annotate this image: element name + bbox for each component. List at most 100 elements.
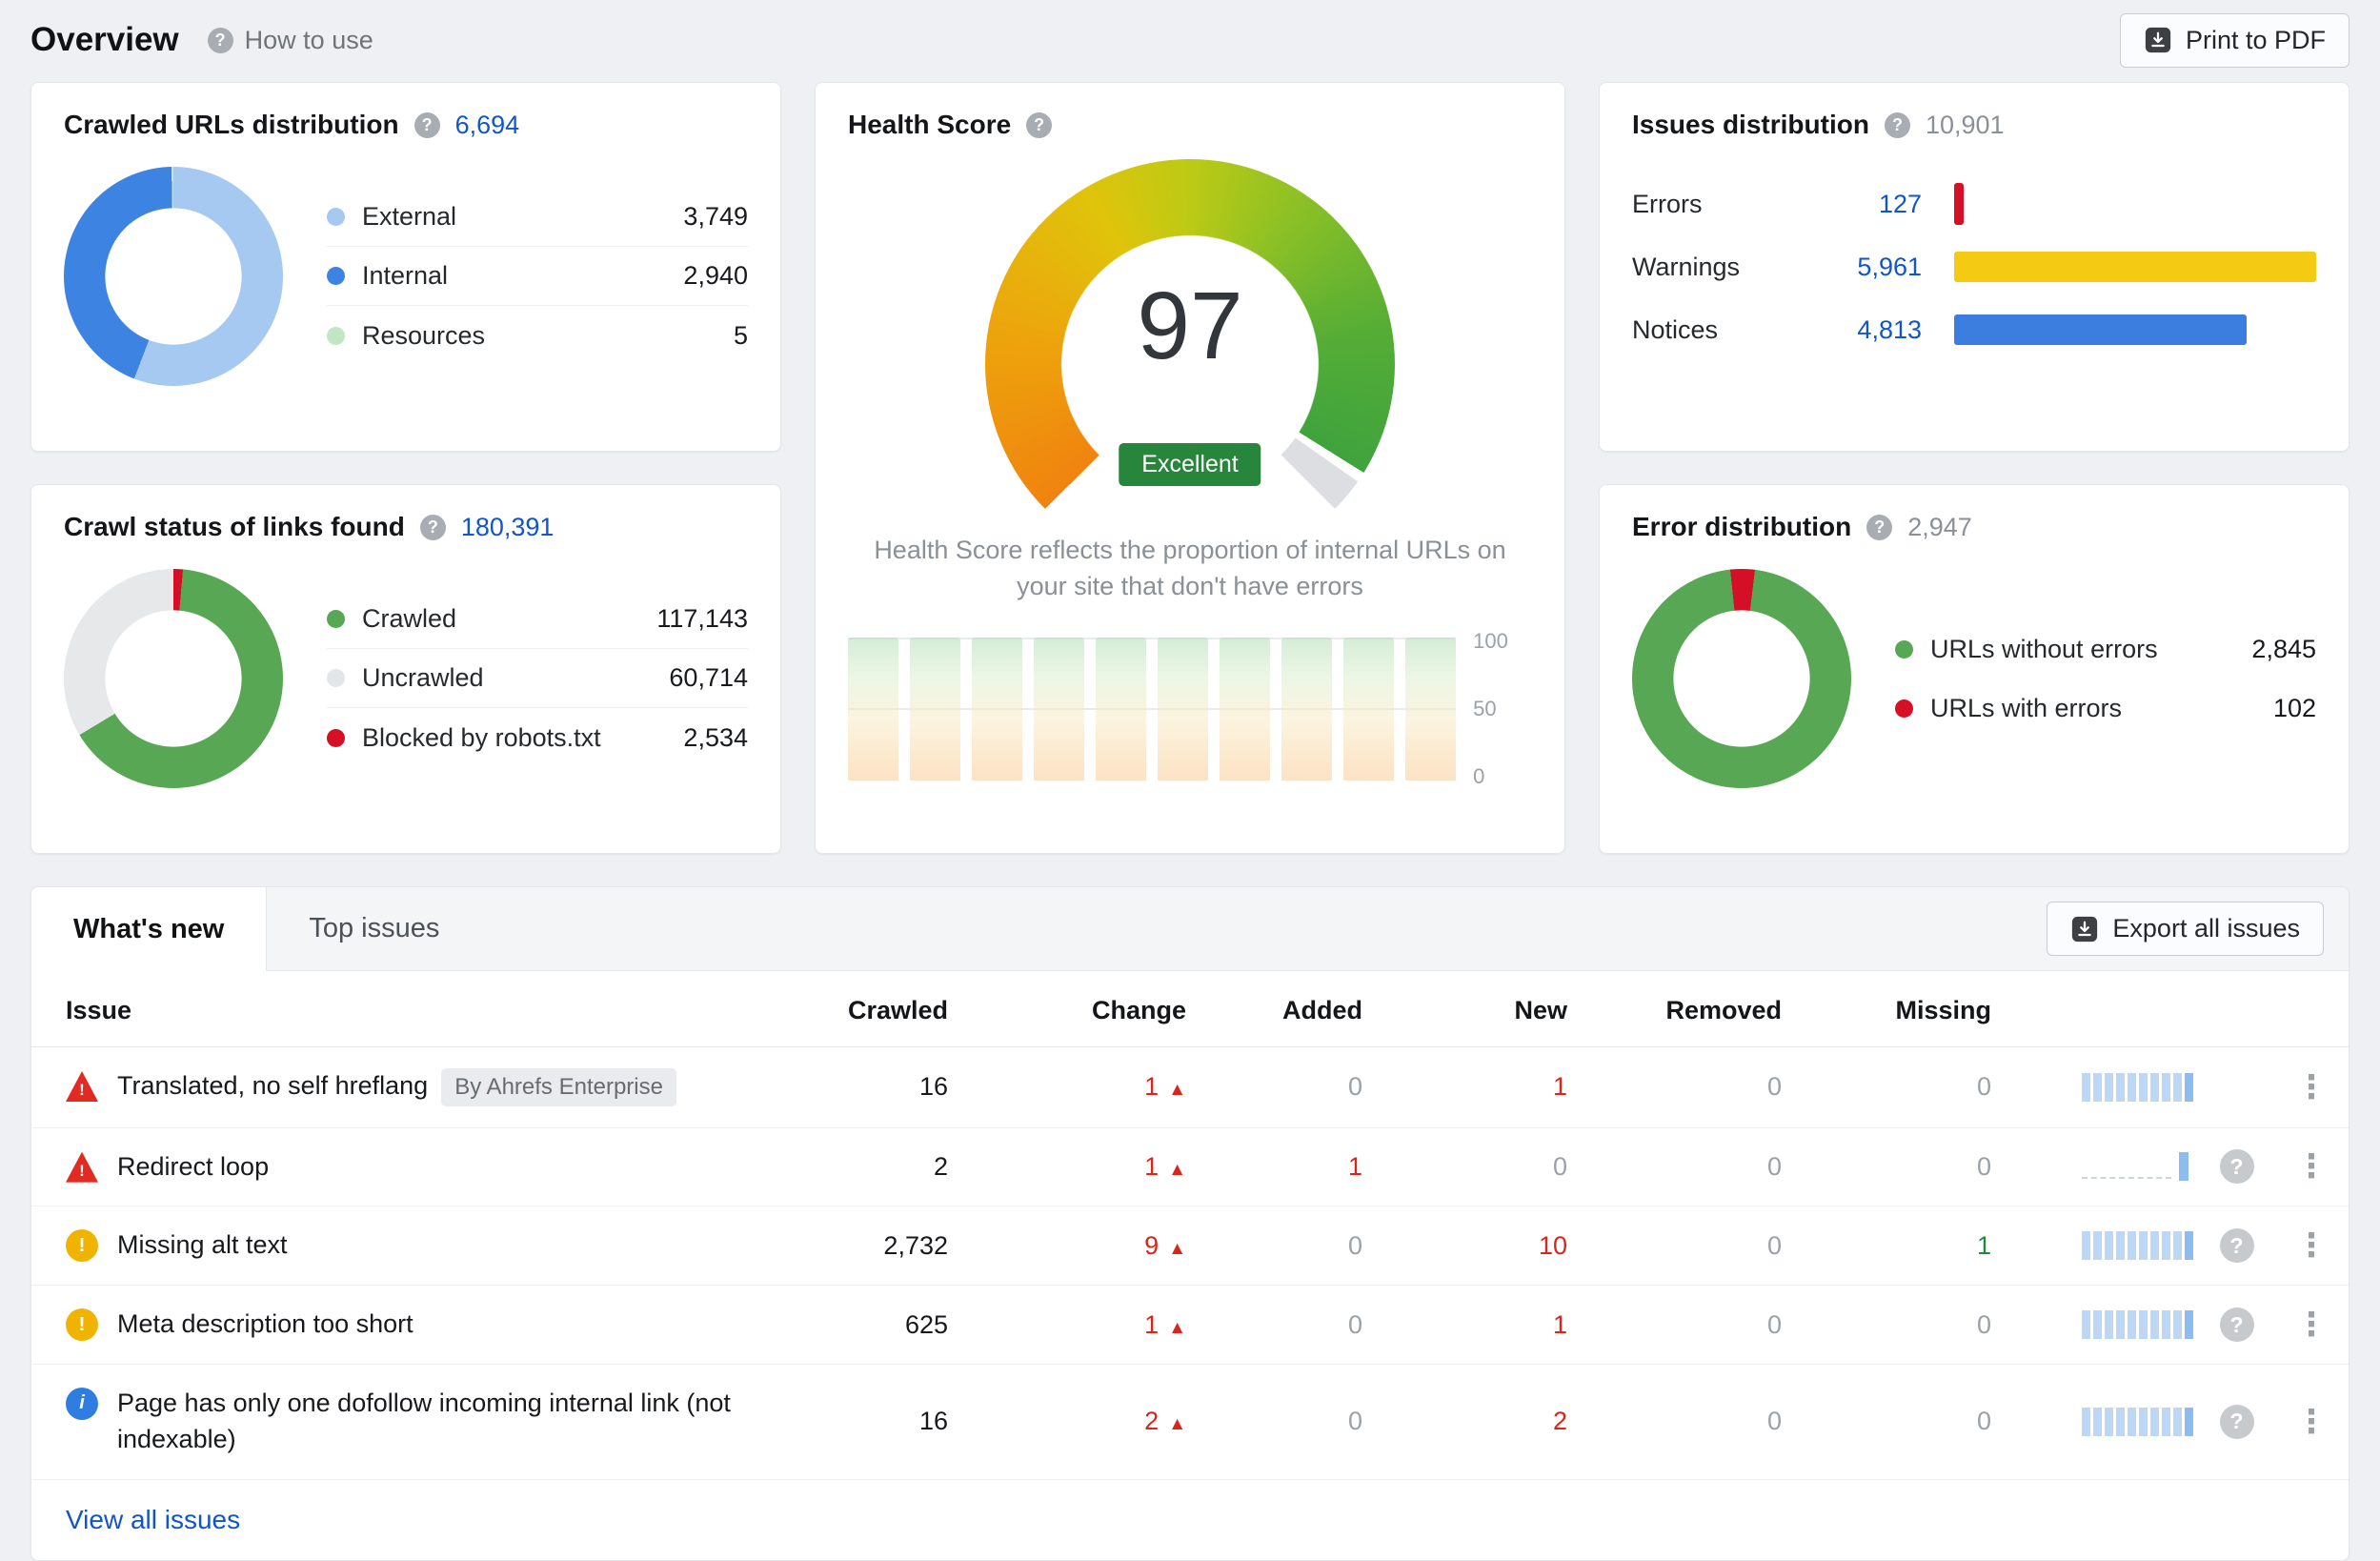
help-circle-icon[interactable]	[1866, 515, 1892, 540]
legend-value: 3,749	[683, 202, 748, 232]
issues-panel: What's new Top issues Export all issues …	[30, 886, 2350, 1561]
kebab-menu-icon[interactable]	[2295, 1307, 2328, 1343]
column-header-new[interactable]: New	[1362, 971, 1567, 1047]
distribution-count-link[interactable]: 5,961	[1800, 253, 1922, 282]
legend-item: URLs without errors 2,845	[1895, 619, 2316, 679]
legend-item: URLs with errors 102	[1895, 679, 2316, 738]
help-icon[interactable]	[2220, 1308, 2254, 1342]
legend-item: Blocked by robots.txt 2,534	[327, 708, 748, 767]
issue-link[interactable]: Missing alt text	[117, 1230, 288, 1259]
trend-bar	[1034, 638, 1084, 780]
legend-item: Uncrawled 60,714	[327, 649, 748, 708]
kebab-menu-icon[interactable]	[2295, 1069, 2328, 1105]
print-to-pdf-button[interactable]: Print to PDF	[2120, 13, 2350, 68]
column-header-change[interactable]: Change	[948, 971, 1186, 1047]
legend-dot	[1895, 640, 1913, 659]
help-icon[interactable]	[2220, 1405, 2254, 1439]
column-header-help	[2196, 971, 2277, 1047]
crawled-urls-card: Crawled URLs distribution 6,694 External…	[30, 82, 781, 452]
legend-label: URLs without errors	[1930, 635, 2158, 664]
up-triangle-icon	[1168, 1318, 1186, 1338]
distribution-row: Errors 127	[1632, 172, 2316, 235]
distribution-bar-track	[1954, 183, 2316, 225]
crawl-status-total-link[interactable]: 180,391	[461, 513, 555, 542]
legend-dot	[327, 610, 345, 628]
change-value: 1	[1144, 1310, 1159, 1339]
distribution-bar-track	[1954, 252, 2316, 282]
help-circle-icon[interactable]	[414, 112, 440, 138]
distribution-count-link[interactable]: 127	[1800, 190, 1922, 219]
legend-item: Resources 5	[327, 306, 748, 365]
issue-link[interactable]: Page has only one dofollow incoming inte…	[117, 1389, 731, 1453]
crawled-urls-legend: External 3,749 Internal 2,940 Resources …	[327, 188, 748, 365]
kebab-menu-icon[interactable]	[2295, 1404, 2328, 1440]
issues-table: Issue Crawled Change Added New Removed M…	[31, 971, 2349, 1480]
column-header-removed[interactable]: Removed	[1567, 971, 1782, 1047]
help-circle-icon	[208, 28, 233, 53]
health-score-rating-badge: Excellent	[1119, 443, 1261, 486]
export-all-issues-label: Export all issues	[2112, 914, 2300, 943]
tab-whats-new[interactable]: What's new	[31, 887, 267, 971]
distribution-row: Notices 4,813	[1632, 298, 2316, 361]
change-cell: 1	[948, 1286, 1186, 1365]
issue-link[interactable]: Translated, no self hreflang	[117, 1071, 428, 1100]
trend-bars	[848, 638, 1456, 780]
column-header-sparkline	[1991, 971, 2196, 1047]
trend-bar	[1220, 638, 1270, 780]
added-value: 0	[1348, 1072, 1362, 1101]
added-value: 1	[1348, 1152, 1362, 1181]
crawl-status-card: Crawl status of links found 180,391 Craw…	[30, 484, 781, 854]
distribution-bar	[1954, 252, 2316, 282]
error-distribution-title: Error distribution	[1632, 512, 1851, 542]
legend-dot	[327, 208, 345, 226]
distribution-bar	[1954, 183, 1964, 225]
new-value: 10	[1539, 1231, 1567, 1260]
kebab-menu-icon[interactable]	[2295, 1227, 2328, 1264]
crawled-urls-total-link[interactable]: 6,694	[455, 111, 520, 140]
crawl-status-donut-chart	[64, 569, 283, 788]
distribution-count-link[interactable]: 4,813	[1800, 315, 1922, 345]
legend-label: Resources	[362, 321, 485, 351]
issue-link[interactable]: Meta description too short	[117, 1309, 413, 1338]
issue-link[interactable]: Redirect loop	[117, 1152, 269, 1181]
help-circle-icon[interactable]	[1026, 112, 1052, 138]
column-header-added[interactable]: Added	[1186, 971, 1362, 1047]
enterprise-badge: By Ahrefs Enterprise	[441, 1068, 676, 1106]
change-value: 9	[1144, 1231, 1159, 1260]
help-circle-icon[interactable]	[420, 515, 446, 540]
legend-value: 2,845	[2251, 635, 2316, 664]
legend-item: Internal 2,940	[327, 247, 748, 306]
kebab-menu-icon[interactable]	[2295, 1148, 2328, 1185]
distribution-bar	[1954, 314, 2247, 345]
help-icon[interactable]	[2220, 1149, 2254, 1184]
how-to-use-link[interactable]: How to use	[208, 26, 373, 55]
up-triangle-icon	[1168, 1160, 1186, 1180]
trend-bar	[972, 638, 1022, 780]
new-value: 1	[1553, 1310, 1567, 1339]
column-header-missing[interactable]: Missing	[1782, 971, 1991, 1047]
legend-dot	[327, 327, 345, 345]
how-to-use-label: How to use	[245, 26, 373, 55]
cards-grid: Crawled URLs distribution 6,694 External…	[30, 82, 2350, 854]
distribution-bar-track	[1954, 314, 2316, 345]
health-score-title: Health Score	[848, 110, 1011, 140]
issue-table-row: i Page has only one dofollow incoming in…	[31, 1364, 2349, 1479]
removed-value: 0	[1767, 1072, 1782, 1101]
tab-top-issues[interactable]: Top issues	[267, 887, 481, 970]
column-header-crawled[interactable]: Crawled	[786, 971, 948, 1047]
help-icon[interactable]	[2220, 1228, 2254, 1263]
legend-value: 5	[734, 321, 748, 351]
removed-value: 0	[1767, 1310, 1782, 1339]
trend-sparkline	[2082, 1408, 2196, 1436]
export-all-issues-button[interactable]: Export all issues	[2047, 902, 2324, 956]
distribution-label: Notices	[1632, 315, 1800, 345]
help-circle-icon[interactable]	[1885, 112, 1910, 138]
change-cell: 2	[948, 1364, 1186, 1479]
legend-label: URLs with errors	[1930, 694, 2122, 723]
health-score-gauge: 97 Excellent	[985, 159, 1395, 517]
column-header-issue[interactable]: Issue	[31, 971, 786, 1047]
view-all-issues-link[interactable]: View all issues	[66, 1505, 240, 1534]
y-tick: 50	[1473, 697, 1496, 721]
error-distribution-total: 2,947	[1907, 513, 1972, 542]
crawled-value: 2	[934, 1152, 948, 1181]
